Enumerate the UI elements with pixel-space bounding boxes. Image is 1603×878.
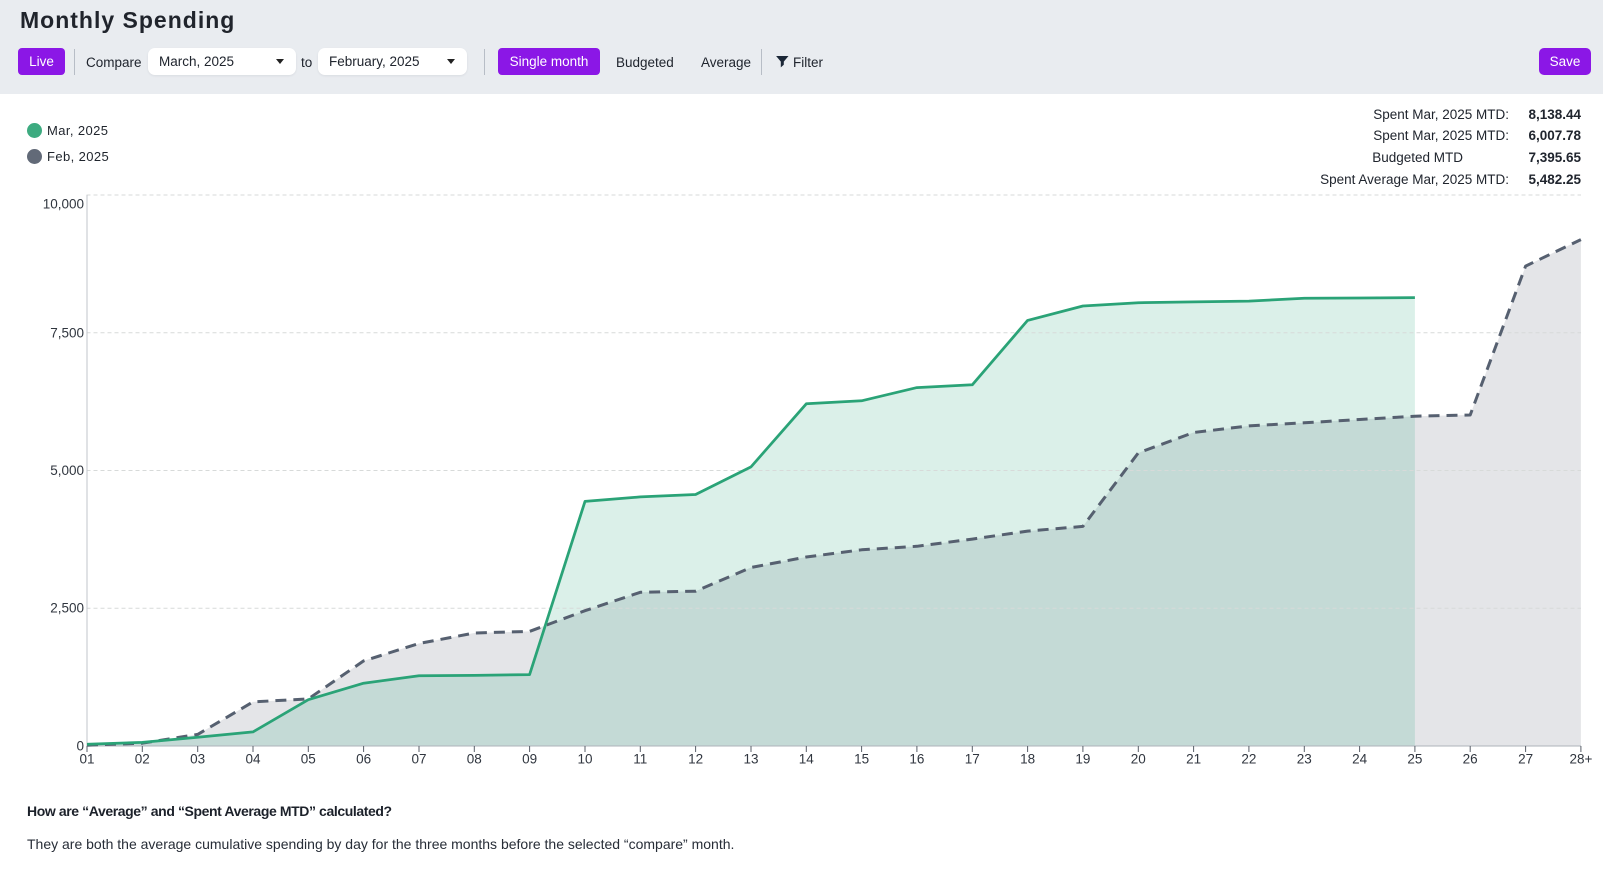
svg-text:09: 09 bbox=[522, 752, 537, 767]
svg-text:26: 26 bbox=[1463, 752, 1478, 767]
svg-text:18: 18 bbox=[1020, 752, 1035, 767]
svg-text:08: 08 bbox=[467, 752, 482, 767]
svg-text:10: 10 bbox=[577, 752, 592, 767]
svg-text:22: 22 bbox=[1241, 752, 1256, 767]
svg-text:12: 12 bbox=[688, 752, 703, 767]
svg-text:01: 01 bbox=[79, 752, 94, 767]
svg-text:7,500: 7,500 bbox=[50, 325, 84, 340]
svg-text:25: 25 bbox=[1407, 752, 1422, 767]
svg-text:2,500: 2,500 bbox=[50, 601, 84, 616]
svg-text:16: 16 bbox=[909, 752, 924, 767]
svg-text:20: 20 bbox=[1131, 752, 1146, 767]
svg-text:07: 07 bbox=[411, 752, 426, 767]
svg-text:21: 21 bbox=[1186, 752, 1201, 767]
svg-text:27: 27 bbox=[1518, 752, 1533, 767]
svg-text:02: 02 bbox=[135, 752, 150, 767]
svg-text:13: 13 bbox=[743, 752, 758, 767]
svg-text:24: 24 bbox=[1352, 752, 1368, 767]
svg-text:11: 11 bbox=[633, 752, 647, 767]
svg-text:15: 15 bbox=[854, 752, 869, 767]
svg-text:19: 19 bbox=[1075, 752, 1090, 767]
svg-text:04: 04 bbox=[245, 752, 261, 767]
svg-text:06: 06 bbox=[356, 752, 371, 767]
svg-text:10,000: 10,000 bbox=[43, 197, 84, 212]
svg-text:28+: 28+ bbox=[1569, 752, 1592, 767]
svg-text:05: 05 bbox=[301, 752, 316, 767]
svg-text:14: 14 bbox=[799, 752, 815, 767]
svg-text:23: 23 bbox=[1297, 752, 1312, 767]
svg-text:03: 03 bbox=[190, 752, 205, 767]
svg-text:5,000: 5,000 bbox=[50, 463, 84, 478]
svg-text:17: 17 bbox=[965, 752, 980, 767]
